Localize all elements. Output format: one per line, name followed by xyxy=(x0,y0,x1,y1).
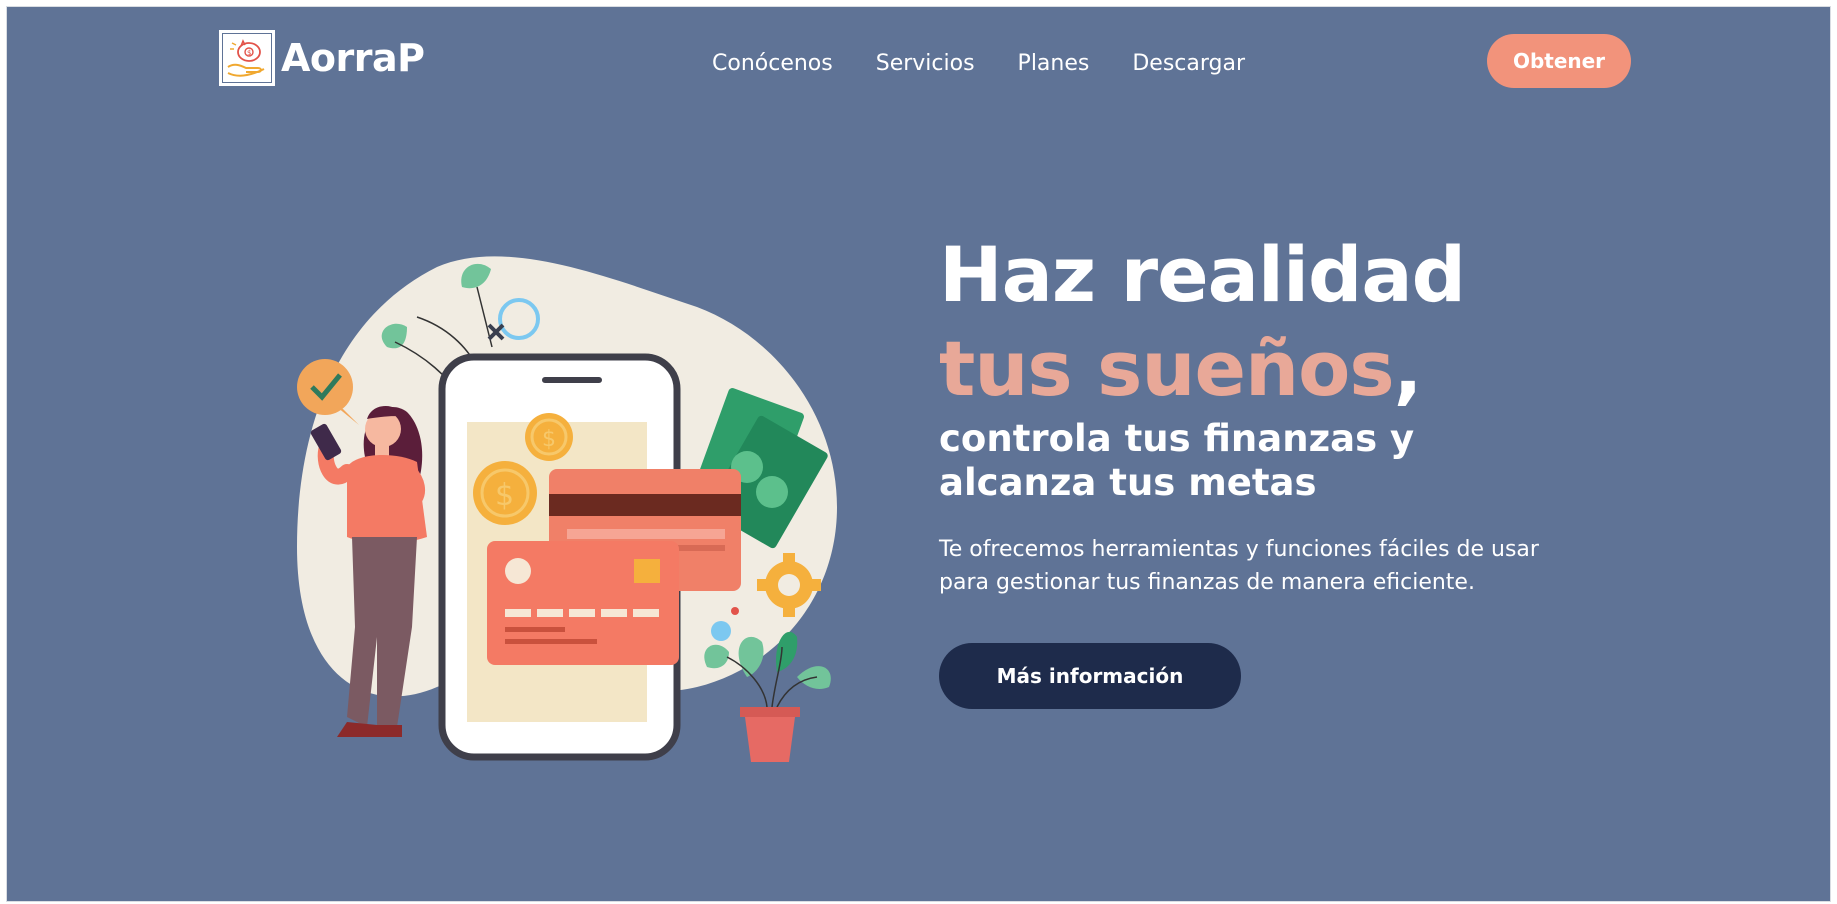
hero-subtitle: controla tus finanzas y alcanza tus meta… xyxy=(939,417,1414,505)
coin-icon: $ xyxy=(473,461,537,525)
hero-description-line1: Te ofrecemos herramientas y funciones fá… xyxy=(939,537,1539,562)
hero-title-accent: tus sueños xyxy=(939,324,1395,413)
hero-illustration: $ $ xyxy=(277,247,857,767)
piggy-bank-hand-icon: $ xyxy=(219,30,275,86)
obtener-button[interactable]: Obtener xyxy=(1487,34,1631,88)
svg-text:$: $ xyxy=(495,478,514,513)
hero-title-line2: tus sueños, xyxy=(939,331,1422,407)
brand-logo[interactable]: $ AorraP xyxy=(219,30,425,86)
hero-title-comma: , xyxy=(1393,324,1423,413)
nav-link-servicios[interactable]: Servicios xyxy=(876,51,975,76)
hero-subtitle-line1: controla tus finanzas y xyxy=(939,417,1415,460)
hero-description: Te ofrecemos herramientas y funciones fá… xyxy=(939,533,1559,599)
brand-name: AorraP xyxy=(281,36,425,80)
mas-informacion-button[interactable]: Más información xyxy=(939,643,1241,709)
svg-text:$: $ xyxy=(542,427,556,452)
svg-text:$: $ xyxy=(247,49,251,57)
hero-title-line1: Haz realidad xyxy=(939,230,1466,319)
main-menu: Conócenos Servicios Planes Descargar xyxy=(712,51,1245,76)
hero-description-line2: para gestionar tus finanzas de manera ef… xyxy=(939,570,1475,595)
credit-card-front xyxy=(487,541,679,665)
navbar: $ AorraP Conócenos Servicios Planes Desc… xyxy=(7,7,1830,117)
nav-link-conocenos[interactable]: Conócenos xyxy=(712,51,833,76)
nav-link-descargar[interactable]: Descargar xyxy=(1132,51,1245,76)
hero-subtitle-line2: alcanza tus metas xyxy=(939,461,1317,504)
coin-icon: $ xyxy=(525,413,573,461)
check-bubble-icon xyxy=(297,359,353,415)
page: $ AorraP Conócenos Servicios Planes Desc… xyxy=(6,6,1831,902)
nav-link-planes[interactable]: Planes xyxy=(1018,51,1090,76)
